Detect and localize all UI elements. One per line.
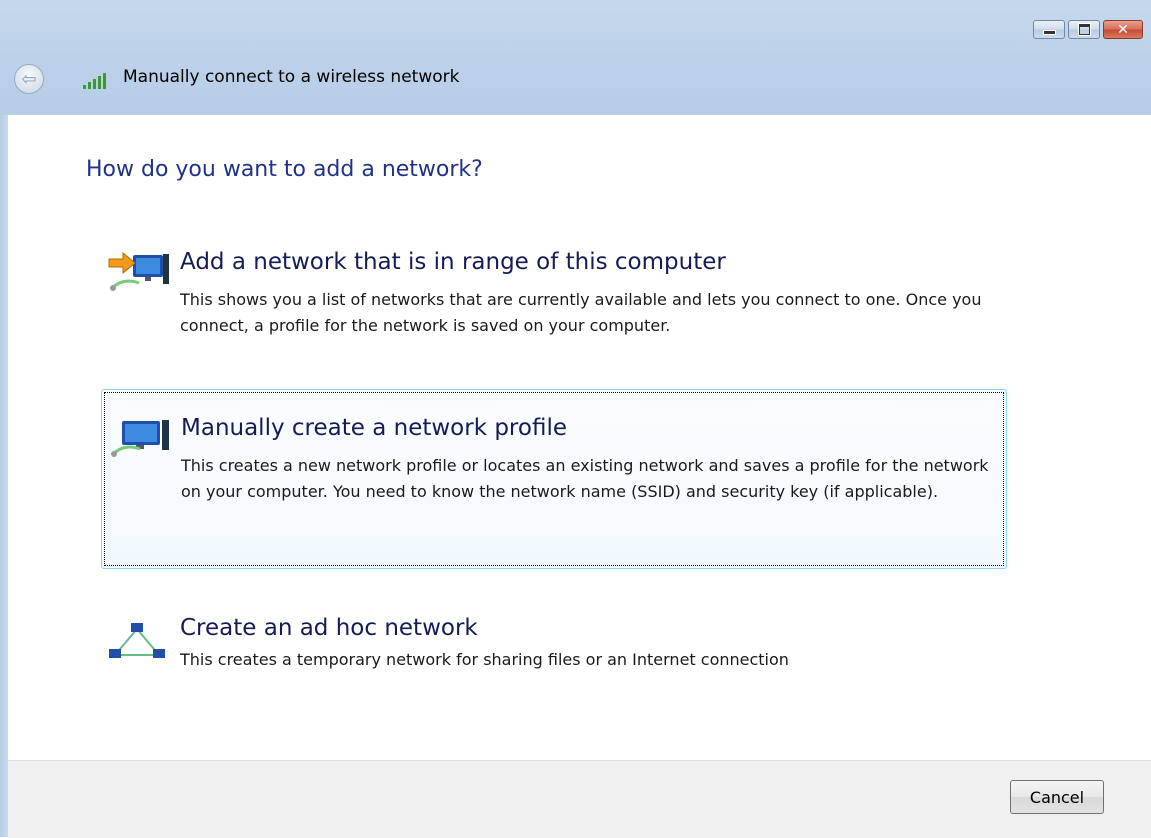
window-controls: ✕ [1030, 20, 1143, 39]
option-description: This creates a temporary network for sha… [180, 650, 789, 669]
option-manually-create-profile[interactable]: Manually create a network profile This c… [101, 389, 1007, 569]
page-heading: How do you want to add a network? [86, 157, 483, 182]
option-title: Create an ad hoc network [180, 615, 478, 641]
back-button[interactable]: ⇦ [14, 64, 44, 94]
cancel-button[interactable]: Cancel [1010, 780, 1104, 814]
option-title: Add a network that is in range of this c… [180, 249, 726, 275]
option-title: Manually create a network profile [181, 415, 567, 441]
minimize-icon [1042, 30, 1056, 35]
network-in-range-icon [108, 251, 169, 291]
minimize-button[interactable] [1033, 20, 1065, 39]
ad-hoc-network-icon [109, 623, 165, 658]
wizard-footer [8, 760, 1151, 838]
close-button[interactable]: ✕ [1103, 20, 1143, 39]
option-description: This creates a new network profile or lo… [181, 456, 989, 501]
maximize-icon [1077, 23, 1091, 36]
option-description: This shows you a list of networks that a… [180, 290, 982, 335]
option-add-network-in-range[interactable]: Add a network that is in range of this c… [101, 247, 1007, 347]
maximize-button[interactable] [1068, 20, 1100, 39]
option-create-ad-hoc-network[interactable]: Create an ad hoc network This creates a … [101, 609, 1007, 689]
back-arrow-icon: ⇦ [21, 68, 37, 90]
window-frame-left [0, 115, 8, 837]
close-icon: ✕ [1117, 21, 1129, 38]
wireless-signal-icon [83, 73, 106, 89]
title-bar: ✕ ⇦ Manually connect to a wireless netwo… [0, 0, 1151, 115]
network-profile-icon [110, 420, 169, 457]
window-title: Manually connect to a wireless network [123, 67, 460, 87]
